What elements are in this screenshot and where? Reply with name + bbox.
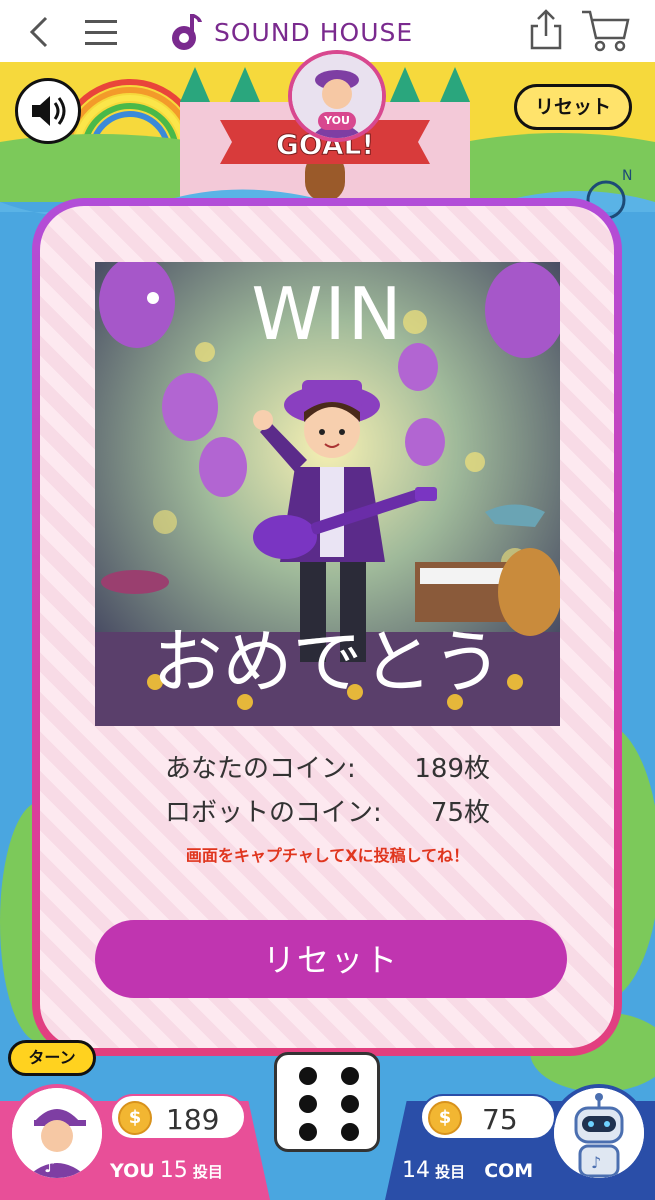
you-coin-counter: $ 189 xyxy=(110,1094,246,1140)
cart-icon[interactable] xyxy=(580,8,632,52)
svg-text:♪: ♪ xyxy=(591,1153,601,1172)
hamburger-menu-icon[interactable] xyxy=(82,14,120,50)
you-name: YOU xyxy=(110,1160,155,1182)
player-avatar-icon: ♪ xyxy=(12,1088,102,1178)
com-turn-unit: 投目 xyxy=(435,1163,466,1181)
you-coin-count: 189 xyxy=(166,1103,220,1136)
robot-coins-value: 75枚 xyxy=(430,798,490,828)
brand-name: SOUND HOUSE xyxy=(214,18,414,47)
robot-coins-row: ロボットのコイン: 75枚 xyxy=(95,792,560,828)
com-turn-info: 14 投目 COM xyxy=(402,1158,533,1183)
dice[interactable] xyxy=(274,1052,380,1152)
coin-icon: $ xyxy=(118,1101,152,1135)
you-avatar: ♪ xyxy=(8,1084,106,1182)
coin-icon: $ xyxy=(428,1101,462,1135)
you-turn-count: 15 xyxy=(159,1158,188,1183)
brand-logo-link[interactable]: SOUND HOUSE xyxy=(168,8,478,54)
robot-avatar-icon: ♪ xyxy=(554,1088,644,1178)
brand-logo-icon xyxy=(172,14,202,50)
dice-pip xyxy=(341,1123,359,1141)
reset-button[interactable]: リセット xyxy=(95,920,567,998)
svg-text:♪: ♪ xyxy=(44,1156,56,1177)
your-coins-row: あなたのコイン: 189枚 xyxy=(95,748,560,784)
win-title: WIN xyxy=(251,272,404,356)
capture-share-message: 画面をキャプチャしてXに投稿してね！ xyxy=(185,846,470,865)
your-coins-value: 189枚 xyxy=(414,754,490,784)
com-name: COM xyxy=(484,1160,534,1182)
dice-pip xyxy=(341,1095,359,1113)
congrats-text: おめでとう xyxy=(152,621,503,703)
dice-pip xyxy=(299,1123,317,1141)
com-coin-counter: $ 75 xyxy=(420,1094,556,1140)
back-chevron-icon[interactable] xyxy=(22,14,58,50)
com-turn-count: 14 xyxy=(402,1158,430,1183)
your-coins-label: あなたのコイン: xyxy=(165,754,356,784)
sound-toggle-button[interactable] xyxy=(15,78,81,144)
dice-pip xyxy=(299,1095,317,1113)
speaker-icon xyxy=(32,96,66,126)
com-coin-count: 75 xyxy=(482,1103,518,1136)
dice-pip xyxy=(299,1067,317,1085)
dice-pip xyxy=(341,1067,359,1085)
com-avatar: ♪ xyxy=(550,1084,648,1182)
svg-text:N: N xyxy=(622,168,632,184)
top-reset-button[interactable]: リセット xyxy=(514,84,632,130)
you-turn-info: YOU 15 投目 xyxy=(110,1158,223,1183)
you-turn-unit: 投目 xyxy=(192,1163,223,1181)
robot-coins-label: ロボットのコイン: xyxy=(165,798,382,828)
share-icon[interactable] xyxy=(524,8,568,52)
you-tag: YOU xyxy=(318,112,356,130)
turn-indicator: ターン xyxy=(8,1040,96,1076)
